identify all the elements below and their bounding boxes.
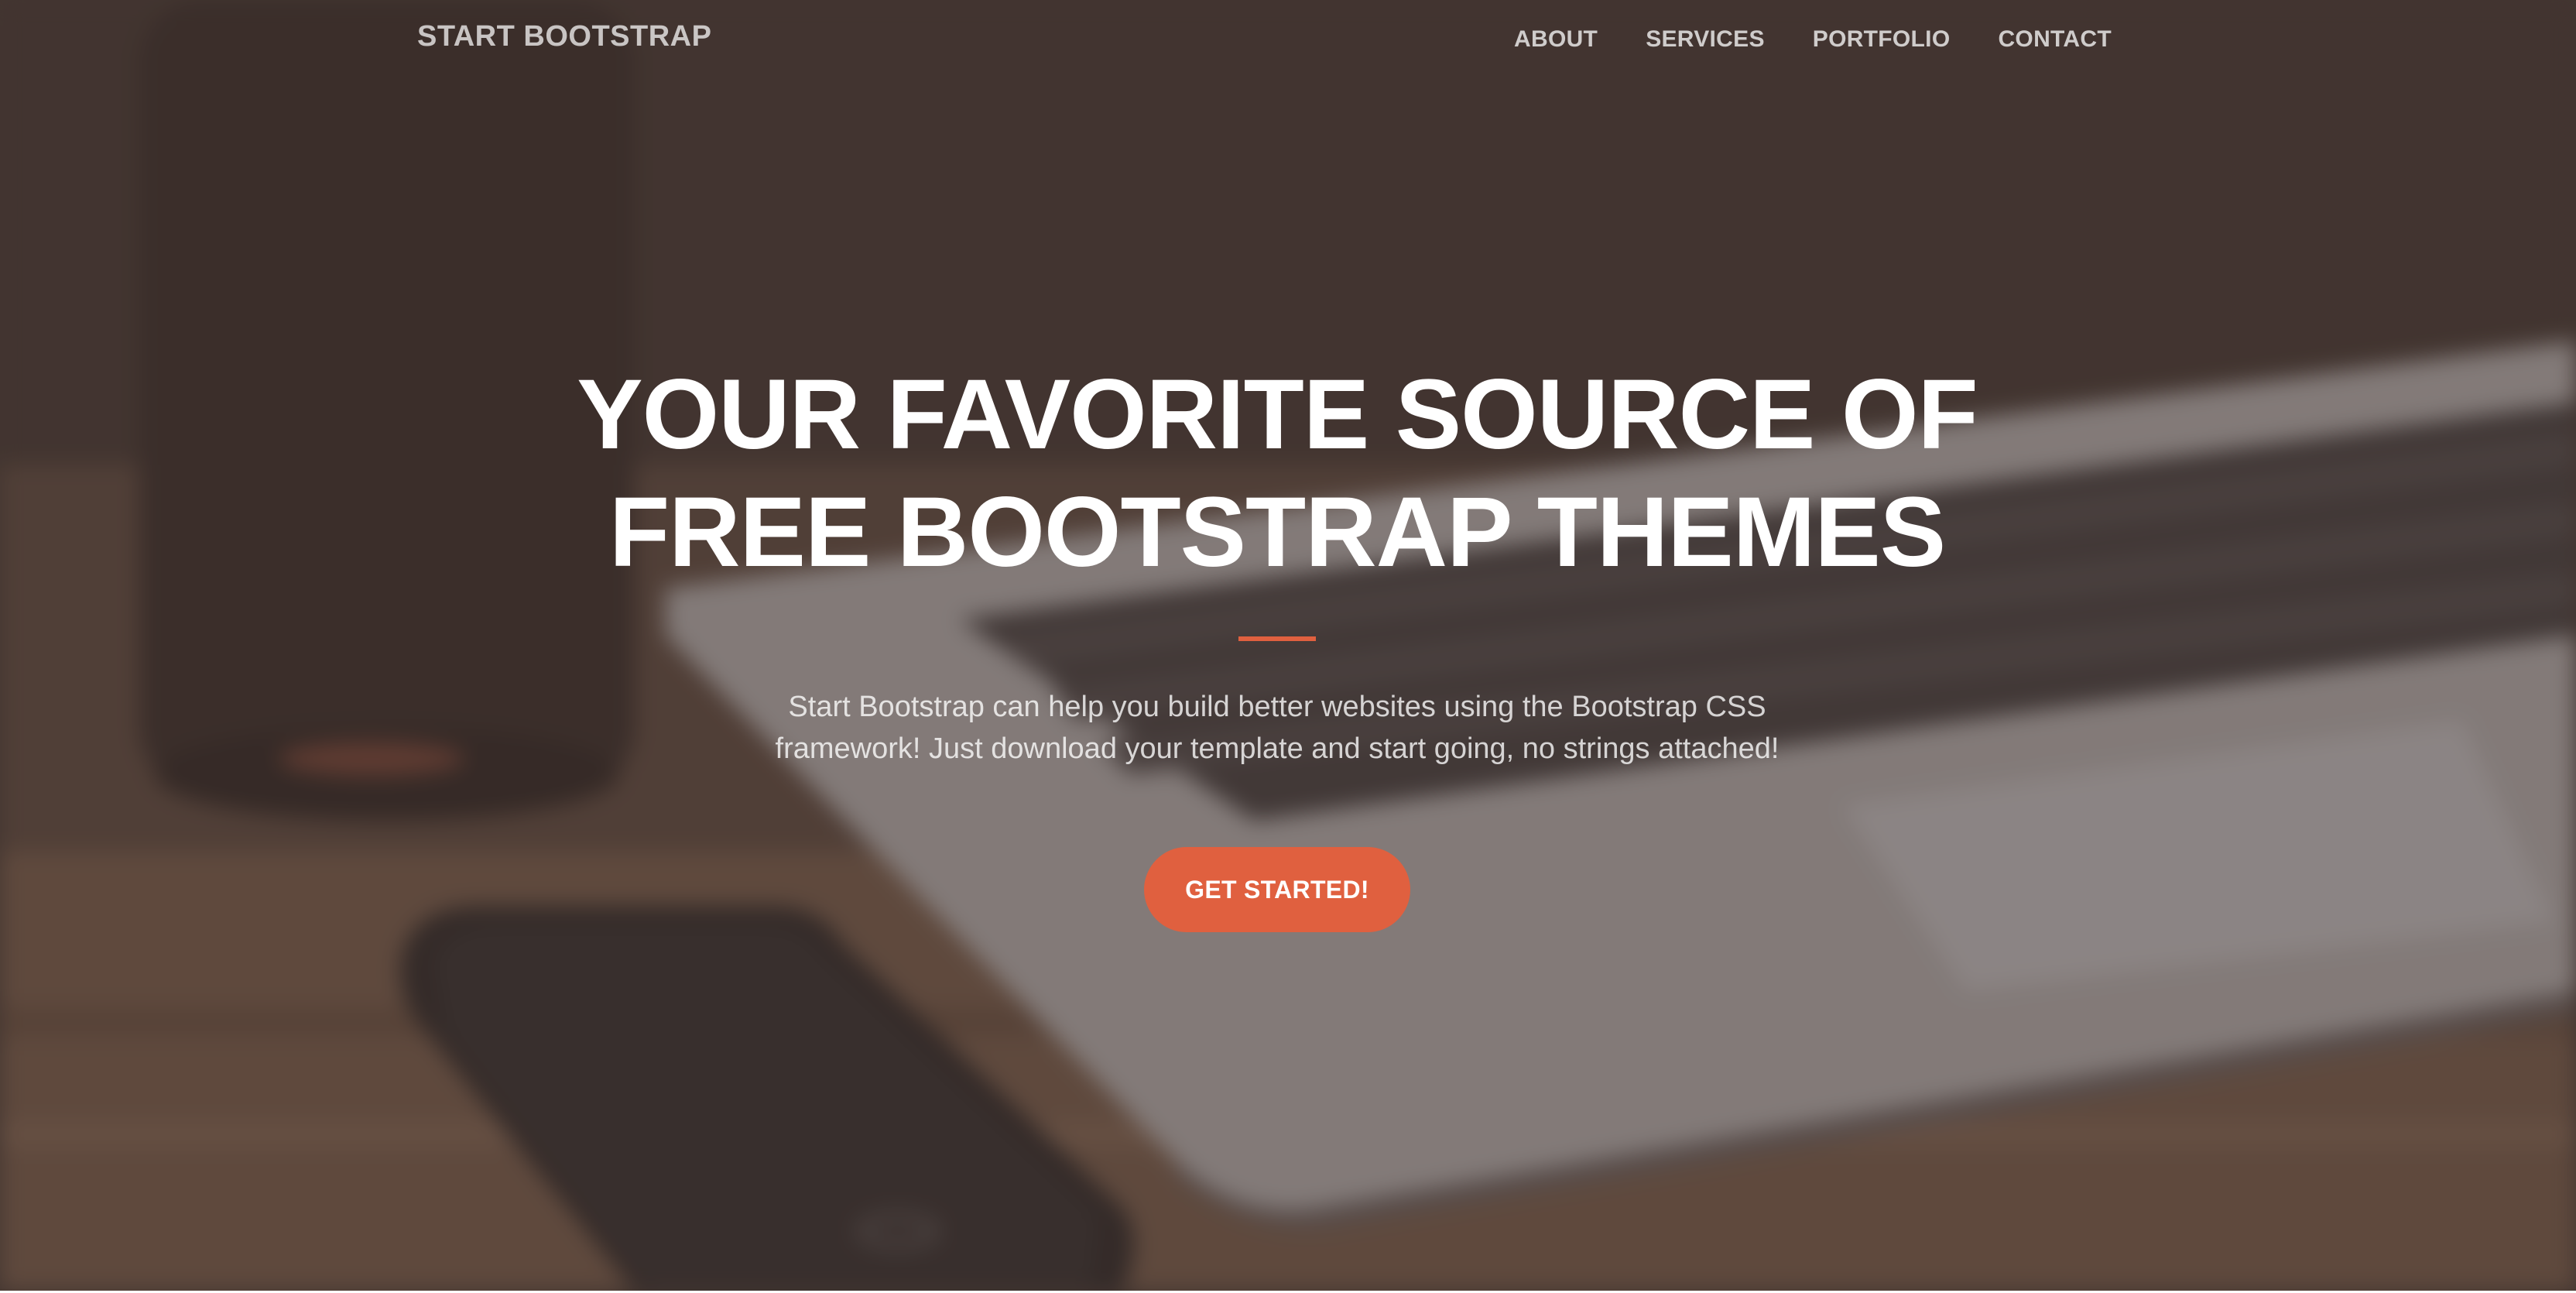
- masthead: YOUR FAVORITE SOURCE OF FREE BOOTSTRAP T…: [0, 356, 2554, 932]
- nav-item-about: ABOUT: [1514, 26, 1598, 53]
- nav-link-about[interactable]: ABOUT: [1514, 26, 1598, 52]
- nav-item-portfolio: PORTFOLIO: [1813, 26, 1951, 53]
- nav-link-services[interactable]: SERVICES: [1646, 26, 1765, 52]
- nav-menu: ABOUT SERVICES PORTFOLIO CONTACT: [1466, 26, 2112, 53]
- nav-link-portfolio[interactable]: PORTFOLIO: [1813, 26, 1951, 52]
- nav-item-services: SERVICES: [1646, 26, 1765, 53]
- get-started-button[interactable]: GET STARTED!: [1144, 847, 1410, 932]
- accent-divider: [1238, 636, 1316, 641]
- nav-item-contact: CONTACT: [1998, 26, 2112, 53]
- landing-page: START BOOTSTRAP ABOUT SERVICES PORTFOLIO…: [0, 0, 2576, 1293]
- brand-link[interactable]: START BOOTSTRAP: [417, 20, 711, 53]
- top-navbar: START BOOTSTRAP ABOUT SERVICES PORTFOLIO…: [0, 0, 2576, 81]
- lead-text: Start Bootstrap can help you build bette…: [775, 691, 1780, 765]
- nav-link-contact[interactable]: CONTACT: [1998, 26, 2112, 52]
- page-headline: YOUR FAVORITE SOURCE OF FREE BOOTSTRAP T…: [577, 359, 1978, 588]
